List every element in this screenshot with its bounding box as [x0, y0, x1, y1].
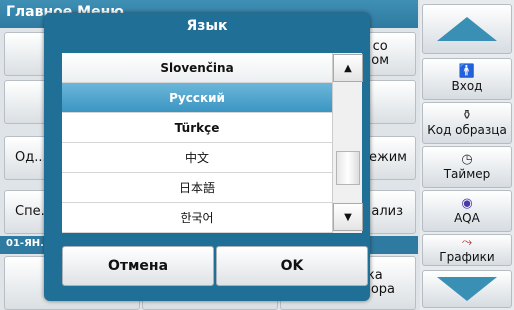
list-scrollbar[interactable]: ▲ ▼: [332, 53, 363, 233]
aqa-label: AQA: [454, 211, 480, 225]
sample-id-button[interactable]: ⚱ Код образца: [422, 102, 512, 144]
dialog-title: Язык: [186, 18, 228, 34]
scroll-down-arrow-icon[interactable]: ▼: [333, 203, 363, 231]
down-arrow-icon: [437, 277, 497, 301]
language-item-chinese[interactable]: 中文: [62, 143, 332, 173]
timer-button[interactable]: ◷ Таймер: [422, 146, 512, 188]
main-menu-button-right-1-label: со ом: [371, 39, 389, 68]
timer-icon: ◷: [461, 152, 473, 167]
graph-icon: ⤳: [461, 235, 473, 250]
graphs-button[interactable]: ⤳ Графики: [422, 234, 512, 266]
main-menu-button-3-label: Од...: [15, 150, 47, 165]
language-item-turkish[interactable]: Türkçe: [62, 113, 332, 143]
scroll-up-arrow-icon[interactable]: ▲: [333, 54, 363, 82]
language-item-korean[interactable]: 한국어: [62, 203, 332, 233]
aqa-icon: ◉: [461, 196, 473, 211]
login-button[interactable]: 🚹 Вход: [422, 58, 512, 100]
language-list: Slovenčina Русский Türkçe 中文 日本語 한국어 ▲ ▼: [62, 53, 363, 233]
timer-label: Таймер: [443, 167, 491, 181]
language-item-russian[interactable]: Русский: [62, 83, 332, 113]
scrollbar-thumb[interactable]: [336, 151, 360, 185]
scroll-down-button[interactable]: [422, 270, 512, 308]
up-arrow-icon: [437, 17, 497, 41]
language-item-slovencina[interactable]: Slovenčina: [62, 53, 332, 83]
aqa-button[interactable]: ◉ AQA: [422, 190, 512, 232]
login-label: Вход: [451, 79, 483, 93]
graphs-label: Графики: [439, 250, 495, 264]
sample-id-label: Код образца: [427, 123, 507, 137]
ok-button[interactable]: OK: [216, 246, 368, 286]
language-item-japanese[interactable]: 日本語: [62, 173, 332, 203]
vial-icon: ⚱: [461, 108, 473, 123]
person-icon: 🚹: [458, 64, 476, 79]
scroll-up-button[interactable]: [422, 4, 512, 54]
cancel-button[interactable]: Отмена: [62, 246, 214, 286]
